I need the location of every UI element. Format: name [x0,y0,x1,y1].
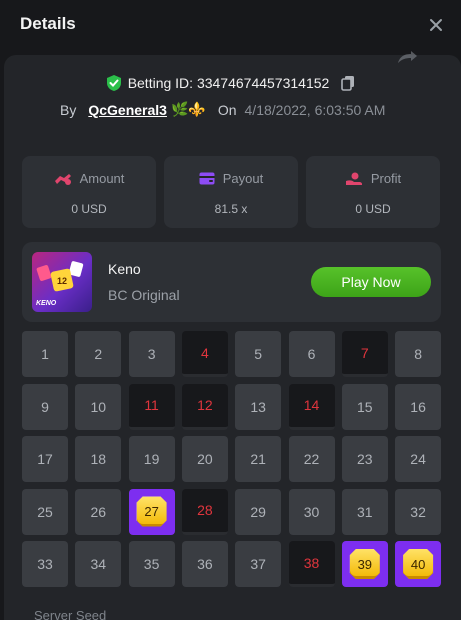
betting-id: Betting ID: 33474674457314152 [127,75,330,91]
keno-cell-32[interactable]: 32 [395,488,442,535]
keno-cell-10[interactable]: 10 [75,383,122,430]
keno-cell-hit-39[interactable]: 39 [341,541,388,587]
thumb-tile-number: 12 [57,276,67,286]
game-name: Keno [108,261,141,277]
server-seed-label: Server Seed [34,608,107,620]
keno-cell-19[interactable]: 19 [128,436,175,482]
keno-cell-1[interactable]: 1 [22,331,68,377]
bet-date: 4/18/2022, 6:03:50 AM [244,101,386,118]
coins-icon [54,173,71,185]
profit-stat: Profit 0 USD [306,156,440,228]
copy-icon[interactable] [341,75,355,91]
keno-cell-15[interactable]: 15 [341,383,388,430]
keno-thumbnail: 12 KENO [32,252,92,312]
keno-cell-9[interactable]: 9 [22,383,68,430]
username-link[interactable]: QcGeneral3 [88,102,167,118]
keno-cell-21[interactable]: 21 [235,436,282,482]
keno-cell-3[interactable]: 3 [128,331,175,377]
keno-cell-23[interactable]: 23 [341,436,388,482]
play-now-button[interactable]: Play Now [311,267,431,297]
shield-check-icon [106,75,121,91]
details-panel [4,55,461,620]
keno-cell-picked-12[interactable]: 12 [181,383,228,430]
keno-cell-picked-38[interactable]: 38 [288,541,335,587]
keno-cell-33[interactable]: 33 [22,541,68,587]
keno-cell-picked-14[interactable]: 14 [288,383,335,430]
keno-cell-hit-40[interactable]: 40 [395,541,442,587]
modal-title: Details [20,14,76,33]
keno-cell-8[interactable]: 8 [395,331,442,377]
betting-id-row: Betting ID: 33474674457314152 [0,74,461,92]
keno-cell-25[interactable]: 25 [22,488,68,535]
payout-value: 81.5 x [214,202,248,216]
gem-icon: 40 [403,549,434,579]
game-subtitle: BC Original [108,287,180,303]
share-icon[interactable] [396,50,418,64]
keno-cell-36[interactable]: 36 [181,541,228,587]
keno-cell-2[interactable]: 2 [75,331,122,377]
profit-label: Profit [370,171,402,186]
keno-cell-24[interactable]: 24 [395,436,442,482]
keno-cell-18[interactable]: 18 [75,436,122,482]
keno-cell-34[interactable]: 34 [75,541,122,587]
modal-header: Details [0,0,461,52]
on-label: On [217,101,237,118]
thumb-label: KENO [36,300,57,307]
payout-stat: Payout 81.5 x [164,156,298,228]
amount-value: 0 USD [71,202,107,216]
keno-cell-hit-27[interactable]: 27 [128,488,175,535]
keno-cell-37[interactable]: 37 [235,541,282,587]
amount-label: Amount [79,171,125,186]
gem-icon: 39 [349,549,380,579]
payout-label: Payout [222,171,264,186]
keno-cell-29[interactable]: 29 [235,488,282,535]
by-label: By [60,101,77,118]
keno-cell-17[interactable]: 17 [22,436,68,482]
keno-cell-5[interactable]: 5 [235,331,282,377]
gem-icon: 27 [136,496,167,527]
bettor-row: By QcGeneral3 🌿⚜️ On 4/18/2022, 6:03:50 … [60,101,385,118]
keno-cell-picked-4[interactable]: 4 [181,331,228,377]
keno-cell-picked-28[interactable]: 28 [181,488,228,535]
keno-cell-6[interactable]: 6 [288,331,335,377]
keno-cell-16[interactable]: 16 [395,383,442,430]
keno-cell-20[interactable]: 20 [181,436,228,482]
game-card: 12 KENO Keno BC Original Play Now [22,242,441,322]
keno-cell-26[interactable]: 26 [75,488,122,535]
keno-cell-22[interactable]: 22 [288,436,335,482]
keno-cell-picked-11[interactable]: 11 [128,383,175,430]
amount-stat: Amount 0 USD [22,156,156,228]
keno-cell-35[interactable]: 35 [128,541,175,587]
username-emojis: 🌿⚜️ [170,101,206,117]
keno-cell-31[interactable]: 31 [341,488,388,535]
profit-icon [345,172,362,185]
keno-cell-13[interactable]: 13 [235,383,282,430]
keno-cell-picked-7[interactable]: 7 [341,331,388,377]
profit-value: 0 USD [355,202,391,216]
keno-cell-30[interactable]: 30 [288,488,335,535]
close-icon[interactable] [426,15,446,35]
wallet-icon [199,172,215,185]
